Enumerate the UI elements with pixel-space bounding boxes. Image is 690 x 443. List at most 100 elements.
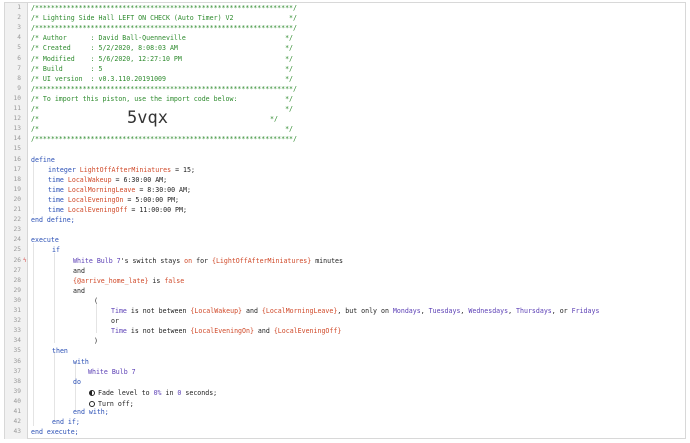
group-close[interactable]: )	[94, 336, 98, 346]
line-number: 20	[13, 195, 21, 203]
end: end define;	[31, 216, 75, 225]
comment-border[interactable]: /***************************************…	[31, 3, 297, 13]
t2-and: and	[253, 327, 274, 336]
v5-type: time	[48, 206, 64, 214]
fade-end: seconds;	[181, 388, 218, 397]
v3-type: time	[48, 185, 64, 194]
execute-keyword[interactable]: execute	[31, 235, 59, 245]
variable-declaration[interactable]: time LocalEveningOn = 5:00:00 PM;	[48, 195, 179, 205]
operator-and[interactable]: and	[73, 286, 85, 296]
indent-guide	[96, 303, 97, 333]
c1-on: on	[184, 256, 193, 265]
line-number: 29	[13, 286, 21, 294]
v3-val: = 8:30:00 AM;	[135, 185, 191, 194]
group-open[interactable]: (	[94, 296, 98, 306]
comment-close: */	[270, 115, 278, 124]
line-number: 8	[17, 74, 21, 82]
paren-open: (	[94, 296, 98, 305]
d2: Tuesdays	[428, 307, 461, 315]
c1-mid: 's switch stays	[120, 256, 185, 265]
l10: /* To import this piston, use the import…	[31, 94, 294, 103]
line-number: 1	[17, 4, 21, 11]
action-fade-level[interactable]: Fade level to 0% in 0 seconds;	[89, 388, 217, 398]
action-turn-off[interactable]: Turn off;	[89, 399, 134, 409]
d-sep3: ,	[508, 307, 517, 315]
variable-declaration[interactable]: integer LightOffAfterMiniatures = 15;	[48, 165, 195, 175]
operator-and[interactable]: and	[73, 266, 85, 276]
line-number: 41	[13, 408, 21, 415]
c1-for: for	[192, 256, 212, 265]
border: /***************************************…	[31, 24, 297, 33]
d5: Fridays	[571, 307, 600, 315]
and2: and	[73, 286, 85, 295]
line-number: 30	[13, 296, 21, 304]
line-number: 9	[17, 84, 21, 92]
comment-import-code-line: /* 5vqx */	[31, 108, 281, 128]
border: /***************************************…	[31, 135, 297, 144]
condition-time-morning[interactable]: Time is not between {LocalWakeup} and {L…	[111, 306, 599, 316]
l4: /* Author : David Ball-Quenneville */	[31, 34, 294, 43]
line-number: 19	[13, 185, 21, 193]
t1-time: Time	[111, 307, 127, 315]
end-execute[interactable]: end execute;	[31, 427, 79, 437]
end-if[interactable]: end if;	[52, 417, 80, 427]
line-number: 28	[13, 276, 21, 284]
comment-modified[interactable]: /* Modified : 5/6/2020, 12:27:10 PM */	[31, 54, 293, 64]
import-code[interactable]: 5vqx	[127, 108, 168, 128]
comment-import-note[interactable]: /* To import this piston, use the import…	[31, 94, 293, 104]
variable-declaration[interactable]: time LocalMorningLeave = 8:30:00 AM;	[48, 185, 191, 195]
indent-guide	[33, 243, 34, 426]
condition-arrive-home-late[interactable]: {@arrive_home_late} is false	[73, 276, 184, 286]
t1-b: {LocalMorningLeave}	[261, 307, 338, 315]
v5-val: = 11:00:00 PM;	[127, 206, 187, 214]
with-keyword[interactable]: with	[73, 357, 89, 367]
line-number: 26	[13, 256, 21, 264]
turn-off-label: Turn off;	[98, 399, 134, 408]
line-number: 4	[17, 34, 21, 42]
fade-in: in	[161, 388, 178, 397]
line-number: 31	[13, 307, 21, 314]
fade-icon	[89, 389, 95, 396]
with-dev: White Bulb 7	[88, 367, 136, 376]
fade-level: 0%	[153, 388, 162, 397]
line-number: 11	[13, 105, 21, 112]
comment-ui-version[interactable]: /* UI version : v0.3.110.20191009 */	[31, 74, 293, 84]
comment-build[interactable]: /* Build : 5 */	[31, 64, 293, 74]
v3-name: LocalMorningLeave	[67, 185, 136, 194]
v4-val: = 5:00:00 PM;	[123, 195, 180, 204]
t1-and: and	[242, 307, 262, 315]
line-number: 33	[13, 327, 21, 335]
comment-created[interactable]: /* Created : 5/2/2020, 8:08:03 AM */	[31, 43, 293, 53]
comment-border[interactable]: /***************************************…	[31, 23, 297, 33]
then-keyword[interactable]: then	[52, 346, 68, 356]
if-keyword[interactable]: if	[52, 245, 60, 255]
comment-title[interactable]: /* Lighting Side Hall LEFT ON CHECK (Aut…	[31, 13, 297, 23]
define-end[interactable]: end define;	[31, 215, 75, 225]
line-number: 42	[13, 418, 21, 426]
operator-or[interactable]: or	[111, 316, 119, 326]
with-device[interactable]: White Bulb 7	[88, 367, 136, 377]
c1-var: {LightOffAfterMiniatures}	[211, 256, 312, 265]
variable-declaration[interactable]: time LocalWakeup = 6:30:00 AM;	[48, 175, 167, 185]
line-number: 14	[13, 135, 21, 143]
comment-author[interactable]: /* Author : David Ball-Quenneville */	[31, 33, 293, 43]
d-sep4: , or	[551, 307, 572, 315]
line-number: 21	[13, 206, 21, 213]
d1: Mondays	[392, 307, 421, 315]
c1-dev: White Bulb 7	[73, 256, 121, 265]
t2-mid: is not between	[126, 327, 191, 336]
line-number: 3	[17, 24, 21, 32]
line-number: 15	[13, 145, 21, 153]
if: if	[52, 246, 60, 255]
condition-time-evening[interactable]: Time is not between {LocalEveningOn} and…	[111, 326, 341, 336]
line-number: 13	[13, 125, 21, 133]
comment-border[interactable]: /***************************************…	[31, 84, 297, 94]
define-keyword[interactable]: define	[31, 155, 55, 165]
do-keyword[interactable]: do	[73, 377, 81, 387]
comment-border[interactable]: /***************************************…	[31, 134, 297, 144]
bolt-icon[interactable]: ϟ	[23, 256, 27, 266]
t2-a: {LocalEveningOn}	[190, 327, 254, 336]
line-number: 5	[17, 44, 21, 52]
variable-declaration[interactable]: time LocalEveningOff = 11:00:00 PM;	[48, 205, 187, 215]
condition-switch-stays[interactable]: White Bulb 7's switch stays on for {Ligh…	[73, 256, 343, 266]
